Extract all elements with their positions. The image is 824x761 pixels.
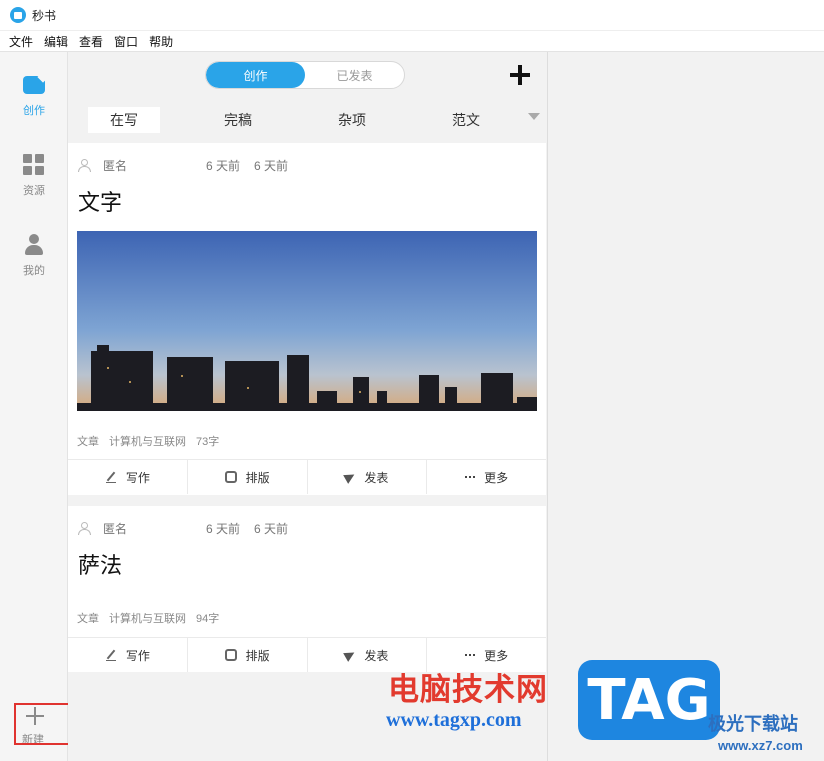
- card-category: 计算机与互联网: [109, 613, 186, 625]
- app-logo-icon: [10, 7, 26, 23]
- card-author: 匿名: [103, 522, 128, 536]
- send-icon: [343, 648, 358, 662]
- pen-icon: [105, 649, 117, 661]
- card-created: 6 天前: [206, 159, 241, 173]
- sidebar-item-profile[interactable]: 我的: [0, 234, 68, 278]
- card-word-count: 73字: [196, 436, 220, 448]
- card-modified: 6 天前: [254, 159, 289, 173]
- write-button[interactable]: 写作: [68, 460, 188, 494]
- title-bar: 秒书: [0, 0, 824, 31]
- chevron-down-icon[interactable]: [528, 113, 540, 120]
- layout-label: 排版: [245, 648, 270, 663]
- card-created: 6 天前: [206, 522, 241, 536]
- card-cover-image: [77, 231, 537, 411]
- card-title: 文字: [78, 190, 123, 215]
- watermark-site-name: 极光下载站: [708, 714, 798, 734]
- layout-button[interactable]: 排版: [188, 460, 308, 494]
- user-icon: [78, 159, 91, 172]
- more-button[interactable]: 更多: [427, 460, 546, 494]
- segment-published[interactable]: 已发表: [305, 62, 404, 88]
- write-label: 写作: [125, 648, 150, 663]
- sidebar-item-resources[interactable]: 资源: [0, 154, 68, 198]
- segment-control: 创作 已发表: [205, 61, 405, 89]
- watermark-site-url: www.xz7.com: [718, 738, 803, 753]
- create-icon: [23, 74, 45, 96]
- segment-create[interactable]: 创作: [206, 62, 305, 88]
- sidebar-item-label: 我的: [23, 265, 45, 277]
- app-title: 秒书: [32, 8, 57, 23]
- write-button[interactable]: 写作: [68, 638, 188, 672]
- menu-window[interactable]: 窗口: [114, 33, 138, 50]
- tab-writing[interactable]: 在写: [88, 107, 160, 133]
- empty-panel: [548, 52, 824, 761]
- user-icon: [78, 522, 91, 535]
- menu-view[interactable]: 查看: [79, 33, 103, 50]
- tab-misc[interactable]: 杂项: [316, 107, 388, 133]
- watermark: 电脑技术网 www.tagxp.com TAG 极光下载站 www.xz7.co…: [378, 660, 824, 761]
- sidebar-item-create[interactable]: 创作: [0, 74, 68, 118]
- menu-bar: 文件 编辑 查看 窗口 帮助: [0, 31, 824, 52]
- layout-icon: [224, 471, 237, 483]
- profile-icon: [23, 234, 45, 256]
- watermark-url: www.tagxp.com: [386, 709, 522, 731]
- card-footer: 文章 计算机与互联网 73字: [77, 433, 229, 449]
- pen-icon: [105, 471, 117, 483]
- layout-icon: [224, 649, 237, 661]
- publish-button[interactable]: 发表: [308, 460, 428, 494]
- resources-icon: [23, 154, 45, 176]
- layout-label: 排版: [245, 470, 270, 485]
- card-actions: 写作 排版 发表 更多: [68, 459, 546, 494]
- publish-label: 发表: [364, 470, 389, 485]
- card-author: 匿名: [103, 159, 128, 173]
- write-label: 写作: [125, 470, 150, 485]
- menu-help[interactable]: 帮助: [149, 33, 173, 50]
- sidebar-item-label: 创作: [23, 105, 45, 117]
- document-card[interactable]: 匿名 6 天前 6 天前 萨法 文章 计算机与互联网 94字 写作 排版 发表 …: [68, 506, 546, 672]
- watermark-brand: 电脑技术网: [388, 672, 548, 708]
- watermark-tag-logo: TAG: [578, 660, 720, 740]
- tab-samples[interactable]: 范文: [430, 107, 502, 133]
- layout-button[interactable]: 排版: [188, 638, 308, 672]
- main-panel: 创作 已发表 在写 完稿 杂项 范文 匿名 6 天前 6 天前 文字 文章 计算…: [68, 52, 548, 761]
- card-type: 文章: [77, 436, 99, 448]
- card-category: 计算机与互联网: [109, 436, 186, 448]
- send-icon: [343, 470, 358, 484]
- card-footer: 文章 计算机与互联网 94字: [77, 610, 229, 626]
- card-word-count: 94字: [196, 613, 220, 625]
- card-modified: 6 天前: [254, 522, 289, 536]
- card-meta: 匿名 6 天前 6 天前: [78, 520, 302, 537]
- card-type: 文章: [77, 613, 99, 625]
- tab-bar: 在写 完稿 杂项 范文: [68, 107, 548, 133]
- more-icon: [465, 471, 476, 483]
- card-title: 萨法: [78, 553, 123, 578]
- card-meta: 匿名 6 天前 6 天前: [78, 157, 302, 174]
- document-card[interactable]: 匿名 6 天前 6 天前 文字 文章 计算机与互联网 73字 写作 排版 发表 …: [68, 143, 546, 495]
- add-icon[interactable]: [510, 65, 530, 85]
- sidebar: 创作 资源 我的: [0, 52, 68, 761]
- more-label: 更多: [484, 470, 509, 485]
- tab-finished[interactable]: 完稿: [202, 107, 274, 133]
- sidebar-item-label: 资源: [23, 185, 45, 197]
- menu-edit[interactable]: 编辑: [44, 33, 68, 50]
- menu-file[interactable]: 文件: [9, 33, 33, 50]
